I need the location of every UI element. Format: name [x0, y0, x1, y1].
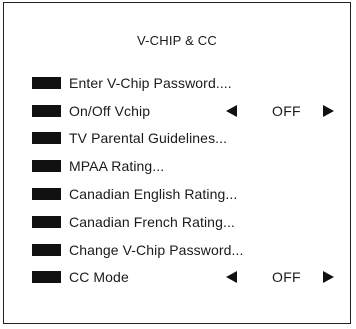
right-arrow-icon[interactable] [323, 104, 334, 117]
menu-item-label: MPAA Rating... [69, 158, 165, 175]
menu-item-label: CC Mode [69, 269, 129, 286]
item-marker-icon [32, 243, 61, 256]
menu-item-canadian-english-rating[interactable]: Canadian English Rating... [4, 180, 350, 208]
right-arrow-icon[interactable] [323, 271, 334, 284]
menu-item-canadian-french-rating[interactable]: Canadian French Rating... [4, 208, 350, 236]
item-marker-icon [32, 215, 61, 228]
left-arrow-icon[interactable] [226, 271, 237, 284]
menu-item-label: TV Parental Guidelines... [69, 130, 228, 147]
menu-item-mpaa-rating[interactable]: MPAA Rating... [4, 152, 350, 180]
left-arrow-icon[interactable] [226, 104, 237, 117]
menu-title: V-CHIP & CC [137, 33, 217, 48]
menu-item-label: Change V-Chip Password... [69, 241, 244, 258]
item-marker-icon [32, 271, 61, 284]
vchip-menu-panel: V-CHIP & CC Enter V-Chip Password.... On… [3, 2, 351, 324]
item-marker-icon [32, 132, 61, 145]
menu-item-change-password[interactable]: Change V-Chip Password... [4, 236, 350, 264]
item-marker-icon [32, 104, 61, 117]
menu-list: Enter V-Chip Password.... On/Off Vchip O… [4, 69, 350, 291]
menu-item-enter-password[interactable]: Enter V-Chip Password.... [4, 69, 350, 97]
cc-mode-value: OFF [272, 269, 301, 286]
menu-item-label: Canadian French Rating... [69, 213, 235, 230]
menu-item-onoff-vchip[interactable]: On/Off Vchip OFF [4, 97, 350, 125]
menu-item-label: Canadian English Rating... [69, 186, 238, 203]
vchip-toggle-value: OFF [272, 102, 301, 119]
menu-item-cc-mode[interactable]: CC Mode OFF [4, 264, 350, 292]
menu-item-label: Enter V-Chip Password.... [69, 74, 232, 91]
item-marker-icon [32, 76, 61, 89]
item-marker-icon [32, 160, 61, 173]
item-marker-icon [32, 188, 61, 201]
menu-item-tv-parental-guidelines[interactable]: TV Parental Guidelines... [4, 125, 350, 153]
menu-item-label: On/Off Vchip [69, 102, 151, 119]
